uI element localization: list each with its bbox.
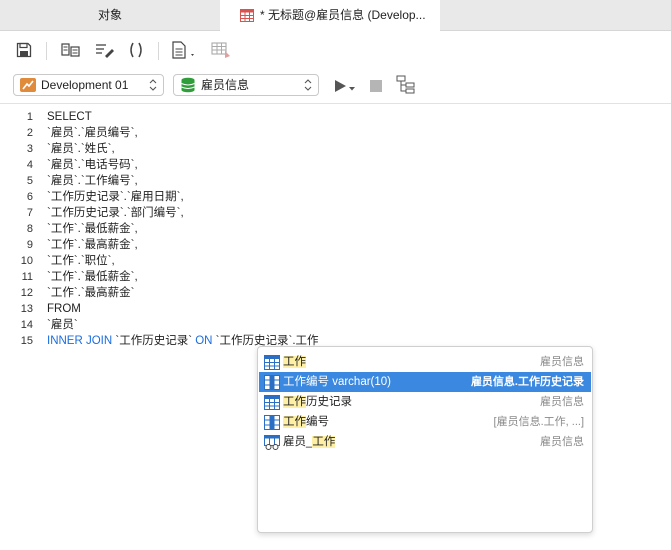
autocomplete-item[interactable]: 工作历史记录 雇员信息	[259, 392, 591, 412]
autocomplete-item-name: 工作	[283, 352, 306, 372]
autocomplete-item-name: 工作编号	[283, 412, 329, 432]
beautify-icon	[61, 43, 80, 57]
code-text: `工作历史记录`	[112, 335, 196, 347]
line-number: 5	[26, 175, 33, 187]
code-line: `工作历史记录`.`雇用日期`,	[47, 191, 184, 203]
code-line: `雇员`.`工作编号`,	[47, 175, 138, 187]
autocomplete-item-name: 雇员_工作	[283, 432, 336, 452]
line-number: 11	[21, 271, 33, 283]
code-snippet-button[interactable]	[125, 39, 147, 61]
autocomplete-item-name: 工作历史记录	[283, 392, 352, 412]
line-number-gutter: 1 2 3 4 5 6 7 8 9 10 11 12 13 14 15	[0, 105, 41, 550]
name-suffix: 编号 varchar(10)	[306, 376, 391, 388]
explain-plan-button[interactable]	[395, 74, 417, 96]
code-line: `雇员`.`雇员编号`,	[47, 127, 138, 139]
autocomplete-item-source: 雇员信息	[540, 436, 584, 448]
line-number: 10	[20, 255, 33, 267]
tree-structure-icon	[396, 75, 415, 94]
line-number: 3	[26, 143, 33, 155]
autocomplete-item[interactable]: 工作 雇员信息	[259, 352, 591, 372]
column-icon	[264, 375, 280, 390]
name-suffix: 历史记录	[306, 396, 352, 408]
line-number: 15	[20, 335, 33, 347]
code-snippet-icon	[130, 42, 142, 58]
sql-keyword: ON	[195, 335, 213, 347]
tab-objects[interactable]: 对象	[0, 0, 220, 31]
code-line: `工作`.`职位`,	[47, 255, 115, 267]
line-number: 1	[26, 111, 33, 123]
autocomplete-item-source: [雇员信息.工作, ...]	[493, 416, 584, 428]
code-line: `雇员`.`姓氏`,	[47, 143, 115, 155]
save-icon	[16, 42, 32, 58]
database-icon	[181, 77, 195, 93]
toolbar-separator	[158, 42, 159, 60]
match-highlight: 工作	[283, 376, 306, 388]
match-highlight: 工作	[312, 436, 336, 448]
chevron-updown-icon	[304, 79, 312, 91]
beautify-button[interactable]	[60, 39, 82, 61]
autocomplete-popup: 工作 雇员信息 工作编号 varchar(10) 雇员信息.工作历史记录 工作历史记录雇…	[257, 346, 593, 533]
line-number: 7	[26, 207, 33, 219]
code-line: `雇员`.`电话号码`,	[47, 159, 138, 171]
connection-icon	[20, 78, 36, 92]
sql-keyword: INNER JOIN	[47, 335, 113, 347]
text-document-button[interactable]	[170, 39, 200, 61]
stop-icon	[370, 80, 382, 92]
match-highlight: 工作	[283, 416, 306, 428]
table-icon	[264, 395, 280, 410]
name-suffix: 编号	[306, 416, 329, 428]
sql-builder-button[interactable]	[94, 39, 116, 61]
name-prefix: 雇员_	[283, 436, 313, 448]
line-number: 2	[26, 127, 33, 139]
match-highlight: 工作	[283, 396, 306, 408]
autocomplete-item-source: 雇员信息	[540, 396, 584, 408]
code-line: `工作历史记录`.`部门编号`,	[47, 207, 184, 219]
connection-select[interactable]: Development 01	[13, 74, 164, 96]
view-icon	[264, 435, 280, 450]
sql-builder-icon	[96, 44, 114, 58]
query-table-icon	[240, 9, 254, 22]
autocomplete-item-source: 雇员信息	[540, 356, 584, 368]
text-document-icon	[172, 41, 194, 59]
tab-query-label: * 无标题@雇员信息 (Develop...	[260, 8, 426, 22]
autocomplete-item-name: 工作编号 varchar(10)	[283, 372, 391, 392]
play-icon	[335, 80, 355, 92]
explain-button[interactable]	[210, 39, 232, 61]
code-line: `工作`.`最高薪金`,	[47, 239, 138, 251]
line-number: 9	[26, 239, 33, 251]
line-number: 8	[26, 223, 33, 235]
toolbar	[0, 32, 671, 68]
code-line: `工作`.`最高薪金`	[47, 287, 135, 299]
match-highlight: 工作	[283, 356, 306, 368]
code-line: `工作`.`最低薪金`,	[47, 271, 138, 283]
code-line: FROM	[47, 303, 81, 315]
code-line: `工作`.`最低薪金`,	[47, 223, 138, 235]
database-select-value: 雇员信息	[201, 78, 250, 92]
toolbar-separator	[46, 42, 47, 60]
code-line: `雇员`	[47, 319, 78, 331]
line-number: 4	[26, 159, 33, 171]
code-line: SELECT	[47, 111, 92, 123]
line-number: 14	[20, 319, 33, 331]
line-number: 12	[20, 287, 33, 299]
chevron-updown-icon	[149, 79, 157, 91]
line-number: 13	[20, 303, 33, 315]
autocomplete-item[interactable]: 雇员_工作 雇员信息	[259, 432, 591, 452]
autocomplete-item[interactable]: 工作编号 [雇员信息.工作, ...]	[259, 412, 591, 432]
autocomplete-item-source: 雇员信息.工作历史记录	[470, 376, 584, 388]
save-button[interactable]	[13, 39, 35, 61]
tab-bar: 对象 * 无标题@雇员信息 (Develop...	[0, 0, 671, 32]
explain-icon	[211, 42, 230, 58]
connection-select-value: Development 01	[41, 78, 129, 92]
run-button[interactable]	[332, 75, 358, 97]
table-icon	[264, 355, 280, 370]
line-number: 6	[26, 191, 33, 203]
column-icon	[264, 415, 280, 430]
connection-toolbar: Development 01 雇员信息	[0, 68, 671, 104]
database-select[interactable]: 雇员信息	[173, 74, 319, 96]
stop-button[interactable]	[365, 75, 387, 97]
autocomplete-item[interactable]: 工作编号 varchar(10) 雇员信息.工作历史记录	[259, 372, 591, 392]
tab-query[interactable]: * 无标题@雇员信息 (Develop...	[220, 0, 440, 32]
